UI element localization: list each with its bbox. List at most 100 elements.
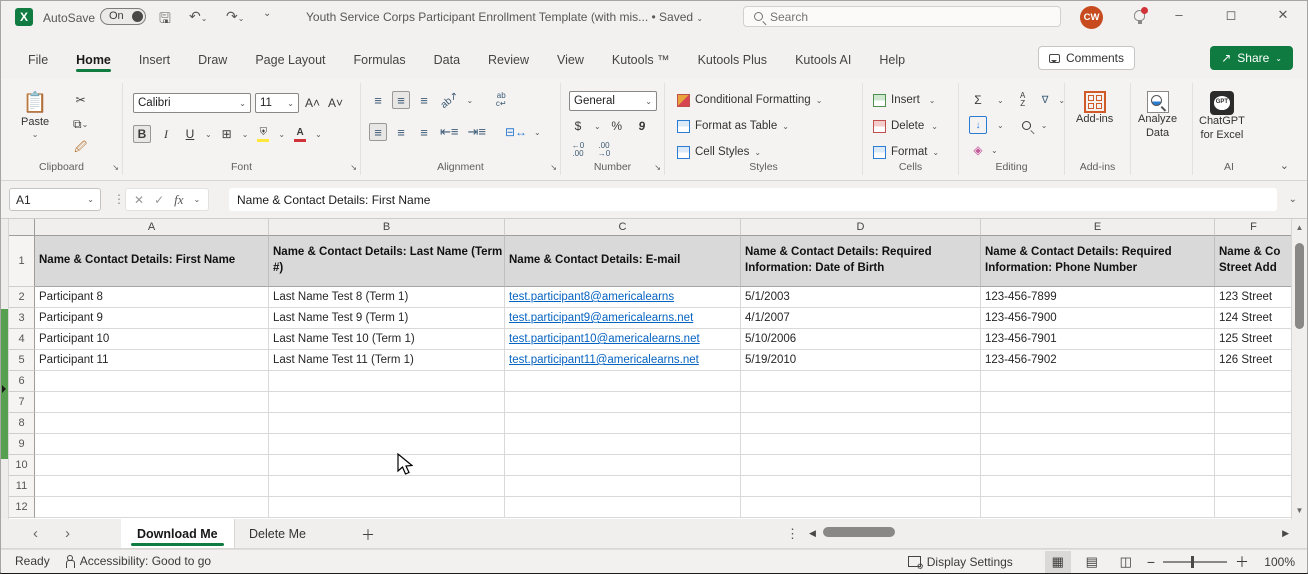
email-link[interactable]: test.participant9@americalearns.net xyxy=(509,312,693,324)
avatar[interactable]: CW xyxy=(1080,6,1103,29)
kutools-pane-strip[interactable] xyxy=(1,219,9,519)
save-icon[interactable]: 🖫 xyxy=(159,8,171,32)
col-header-F[interactable]: F xyxy=(1215,219,1293,236)
row-header-2[interactable]: 2 xyxy=(9,287,35,308)
share-button[interactable]: ↗ Share ⌄ xyxy=(1210,46,1293,70)
row-header-3[interactable]: 3 xyxy=(9,308,35,329)
sheet-tab-download-me[interactable]: Download Me xyxy=(121,519,235,548)
cell-B9[interactable] xyxy=(269,434,505,455)
ribbon-tab-draw[interactable]: Draw xyxy=(187,47,238,75)
number-format-select[interactable]: General ⌄ xyxy=(569,91,657,111)
cell-A2[interactable]: Participant 8 xyxy=(35,287,269,308)
redo-icon[interactable]: ↷⌄ xyxy=(226,8,244,25)
format-as-table-button[interactable]: Format as Table ⌄ xyxy=(677,115,789,137)
cell-E8[interactable] xyxy=(981,413,1215,434)
cell-D12[interactable] xyxy=(741,497,981,518)
page-layout-view-icon[interactable]: ▤ xyxy=(1079,551,1105,573)
delete-cells-button[interactable]: Delete ⌄ xyxy=(873,115,938,137)
cell-D7[interactable] xyxy=(741,392,981,413)
paste-button[interactable]: 📋 Paste ⌄ xyxy=(21,91,49,140)
cell-B8[interactable] xyxy=(269,413,505,434)
cell-E12[interactable] xyxy=(981,497,1215,518)
cell-E5[interactable]: 123-456-7902 xyxy=(981,350,1215,371)
merge-center-icon[interactable]: ⊟↔ xyxy=(503,123,529,141)
cell-F8[interactable] xyxy=(1215,413,1293,434)
formula-bar-expand-chevron-icon[interactable]: ⌄ xyxy=(1289,194,1297,205)
grow-font-icon[interactable]: A˄ xyxy=(303,94,322,112)
search-input[interactable]: Search xyxy=(743,6,1061,27)
cell-B6[interactable] xyxy=(269,371,505,392)
cell-F6[interactable] xyxy=(1215,371,1293,392)
page-break-view-icon[interactable]: ◫ xyxy=(1113,551,1139,573)
cell-A4[interactable]: Participant 10 xyxy=(35,329,269,350)
cell-B11[interactable] xyxy=(269,476,505,497)
cell-styles-button[interactable]: Cell Styles ⌄ xyxy=(677,141,761,163)
zoom-out-icon[interactable]: − xyxy=(1147,554,1155,570)
new-sheet-icon[interactable]: ＋ xyxy=(361,525,375,545)
cell-B12[interactable] xyxy=(269,497,505,518)
cell-C1[interactable]: Name & Contact Details: E-mail xyxy=(505,236,741,287)
maximize-button[interactable]: ◻ xyxy=(1216,7,1246,23)
format-painter-icon[interactable]: 🖉 xyxy=(71,139,90,157)
middle-align-icon[interactable]: ≡ xyxy=(392,91,410,109)
ribbon-tab-page-layout[interactable]: Page Layout xyxy=(244,47,336,75)
ribbon-tab-review[interactable]: Review xyxy=(477,47,540,75)
ribbon-tab-insert[interactable]: Insert xyxy=(128,47,181,75)
cell-F10[interactable] xyxy=(1215,455,1293,476)
cell-A12[interactable] xyxy=(35,497,269,518)
zoom-slider-thumb[interactable] xyxy=(1191,555,1194,568)
ribbon-tab-kutools-ai[interactable]: Kutools AI xyxy=(784,47,862,75)
email-link[interactable]: test.participant11@americalearns.net xyxy=(509,354,699,366)
cell-C3[interactable]: test.participant9@americalearns.net xyxy=(505,308,741,329)
cell-B3[interactable]: Last Name Test 9 (Term 1) xyxy=(269,308,505,329)
bottom-align-icon[interactable]: ≡ xyxy=(415,91,433,109)
comma-style-icon[interactable]: 9 xyxy=(632,116,652,136)
cell-D4[interactable]: 5/10/2006 xyxy=(741,329,981,350)
ribbon-tab-view[interactable]: View xyxy=(546,47,595,75)
ribbon-tab-kutools[interactable]: Kutools ™ xyxy=(601,47,681,75)
increase-indent-icon[interactable]: ⇥≡ xyxy=(465,123,487,141)
cell-A6[interactable] xyxy=(35,371,269,392)
orientation-icon[interactable]: ab↗ xyxy=(438,90,462,111)
insert-cells-button[interactable]: Insert ⌄ xyxy=(873,89,935,111)
accessibility-status[interactable]: Accessibility: Good to go xyxy=(64,554,211,568)
ribbon-tab-kutools-plus[interactable]: Kutools Plus xyxy=(687,47,778,75)
cell-B5[interactable]: Last Name Test 11 (Term 1) xyxy=(269,350,505,371)
horizontal-scrollbar[interactable]: ◀ ▶ xyxy=(801,524,1293,542)
cancel-formula-icon[interactable]: ✕ xyxy=(134,193,144,207)
percent-icon[interactable]: % xyxy=(608,117,626,135)
zoom-in-icon[interactable]: ＋ xyxy=(1235,552,1249,572)
undo-icon[interactable]: ↶⌄ xyxy=(189,8,207,25)
row-header-5[interactable]: 5 xyxy=(9,350,35,371)
font-color-icon[interactable]: A xyxy=(291,125,309,143)
cell-D6[interactable] xyxy=(741,371,981,392)
lightbulb-notification-icon[interactable] xyxy=(1134,7,1148,24)
align-right-icon[interactable]: ≡ xyxy=(415,123,433,141)
formula-input[interactable]: Name & Contact Details: First Name xyxy=(229,188,1277,211)
cell-B1[interactable]: Name & Contact Details: Last Name (Term … xyxy=(269,236,505,287)
email-link[interactable]: test.participant8@americalearns xyxy=(509,291,674,303)
alignment-dialog-launcher-icon[interactable]: ↘ xyxy=(550,163,557,172)
cell-C2[interactable]: test.participant8@americalearns xyxy=(505,287,741,308)
vertical-scroll-thumb[interactable] xyxy=(1295,243,1304,329)
cell-C11[interactable] xyxy=(505,476,741,497)
cell-D3[interactable]: 4/1/2007 xyxy=(741,308,981,329)
cell-A11[interactable] xyxy=(35,476,269,497)
row-header-8[interactable]: 8 xyxy=(9,413,35,434)
cell-C6[interactable] xyxy=(505,371,741,392)
sheet-nav-right-icon[interactable]: › xyxy=(65,526,70,541)
cell-E7[interactable] xyxy=(981,392,1215,413)
cell-E4[interactable]: 123-456-7901 xyxy=(981,329,1215,350)
conditional-formatting-button[interactable]: Conditional Formatting ⌄ xyxy=(677,89,822,111)
display-settings-button[interactable]: Display Settings xyxy=(907,555,1013,571)
document-title[interactable]: Youth Service Corps Participant Enrollme… xyxy=(306,10,703,24)
excel-app-icon[interactable]: X xyxy=(15,8,33,26)
email-link[interactable]: test.participant10@americalearns.net xyxy=(509,333,700,345)
align-left-icon[interactable]: ≡ xyxy=(369,123,387,141)
row-header-1[interactable]: 1 xyxy=(9,236,35,287)
cell-A8[interactable] xyxy=(35,413,269,434)
cell-C12[interactable] xyxy=(505,497,741,518)
decrease-indent-icon[interactable]: ⇤≡ xyxy=(438,123,460,141)
zoom-slider[interactable] xyxy=(1163,555,1227,568)
cell-B4[interactable]: Last Name Test 10 (Term 1) xyxy=(269,329,505,350)
